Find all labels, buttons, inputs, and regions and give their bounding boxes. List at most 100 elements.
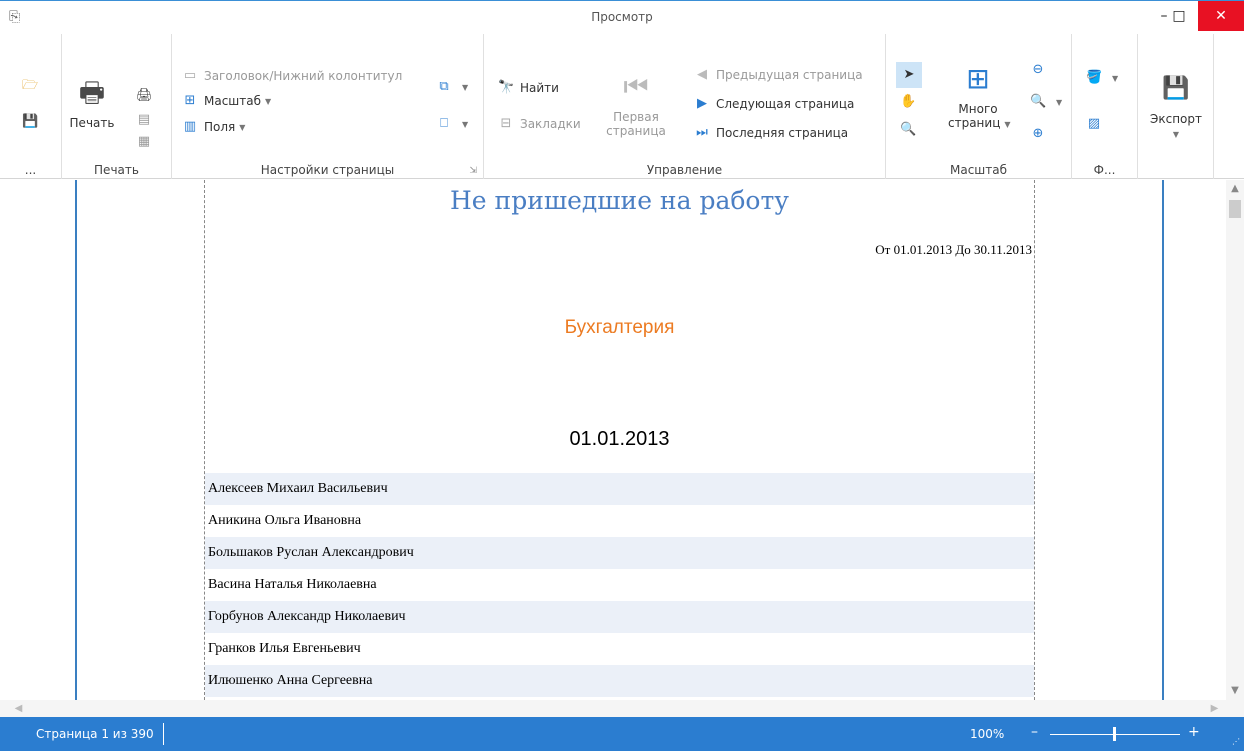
- list-item: Аникина Ольга Ивановна: [208, 513, 362, 528]
- scroll-thumb[interactable]: [1229, 200, 1241, 218]
- employee-list: Алексеев Михаил Васильевич Аникина Ольга…: [205, 473, 1034, 697]
- list-item: Горбунов Александр Николаевич: [205, 601, 1034, 633]
- previous-page-label: Предыдущая страница: [716, 68, 863, 82]
- zoom-plus-button[interactable]: +: [1188, 724, 1200, 740]
- hand-tool[interactable]: ✋: [900, 94, 922, 110]
- scroll-left-icon[interactable]: ◀: [10, 700, 27, 717]
- scroll-down-icon[interactable]: ▼: [1226, 682, 1244, 700]
- margin-guide-right: [1034, 180, 1035, 700]
- list-item: Алексеев Михаил Васильевич: [205, 473, 1034, 505]
- page-color-button[interactable]: 🪣 ▼: [1086, 70, 1118, 86]
- pointer-tool[interactable]: ➤: [896, 62, 922, 88]
- magnifier-tool[interactable]: 🔍: [900, 122, 922, 138]
- next-page-button[interactable]: ▶ Следующая страница: [694, 96, 854, 112]
- dialog-launcher-icon[interactable]: ⇲: [469, 166, 477, 176]
- save-icon: 💾: [22, 114, 39, 129]
- document-preview[interactable]: Не пришедшие на работу От 01.01.2013 До …: [0, 180, 1226, 700]
- last-page-label: Последняя страница: [716, 126, 849, 140]
- export-button[interactable]: 💾 Экспорт ▼: [1144, 72, 1208, 142]
- next-icon: ▶: [697, 96, 707, 111]
- first-page-button[interactable]: ⏮ Первая страница: [606, 70, 666, 138]
- status-separator: [163, 723, 164, 745]
- scroll-right-icon[interactable]: ▶: [1206, 700, 1223, 717]
- watermark-icon: ▨: [1087, 116, 1101, 131]
- find-label: Найти: [520, 81, 559, 95]
- bookmarks-button[interactable]: ⊟ Закладки: [498, 116, 581, 132]
- header-footer-label: Заголовок/Нижний колонтитул: [204, 69, 403, 83]
- navigation-group: 🔭 Найти ⊟ Закладки ⏮ Первая страница ◀ Пред…: [484, 34, 886, 179]
- resize-grip-icon[interactable]: ⋰: [1232, 737, 1240, 746]
- close-button[interactable]: ✕: [1198, 1, 1244, 31]
- zoom-in-button[interactable]: ⊕: [1030, 126, 1052, 142]
- quick-print-button[interactable]: 🖨: [136, 88, 158, 104]
- scroll-up-icon[interactable]: ▲: [1226, 180, 1244, 198]
- orientation-button[interactable]: ⧉ ▼: [436, 79, 468, 95]
- previous-page-button[interactable]: ◀ Предыдущая страница: [694, 67, 863, 83]
- margins-label: Поля: [204, 120, 236, 134]
- chevron-down-icon: ▼: [462, 82, 469, 92]
- title-bar: ⎘ Просмотр – □ ✕: [0, 0, 1244, 34]
- scale-icon: ⊞: [184, 93, 196, 108]
- horizontal-scrollbar[interactable]: ◀ ▶: [0, 700, 1244, 717]
- group-label-background: Ф...: [1093, 163, 1116, 177]
- next-page-label: Следующая страница: [716, 97, 855, 111]
- parameters-button[interactable]: ▦: [136, 134, 158, 150]
- scale-button[interactable]: ⊞ Масштаб ▼: [182, 93, 272, 109]
- last-page-button[interactable]: ⏭ Последняя страница: [694, 125, 848, 141]
- many-pages-button[interactable]: ⊞ Много страниц ▼: [948, 62, 1011, 132]
- list-item: Васина Наталья Николаевна: [208, 577, 377, 592]
- print-button[interactable]: 🖶 Печать: [66, 76, 118, 130]
- zoom-in-icon: ⊕: [1032, 126, 1044, 141]
- scale-label: Масштаб: [204, 94, 262, 108]
- group-label-zoom: Масштаб: [949, 163, 1008, 177]
- save-button[interactable]: 💾: [22, 114, 44, 130]
- header-footer-icon: ▭: [183, 68, 197, 83]
- chevron-down-icon: ▼: [1056, 97, 1063, 107]
- paper-size-icon: ⎕: [440, 116, 448, 131]
- last-page-icon: ⏭: [696, 125, 708, 140]
- parameters-icon: ▦: [137, 134, 151, 149]
- header-footer-button[interactable]: ▭ Заголовок/Нижний колонтитул: [182, 68, 402, 84]
- report-date-range: От 01.01.2013 До 30.11.2013: [875, 242, 1032, 257]
- group-label-file: ...: [24, 163, 37, 177]
- maximize-button[interactable]: □: [1162, 1, 1196, 31]
- status-bar: Страница 1 из 390 100% – + ⋰: [0, 717, 1244, 751]
- vertical-scrollbar[interactable]: ▲ ▼: [1226, 180, 1244, 700]
- find-button[interactable]: 🔭 Найти: [498, 80, 559, 96]
- bookmarks-icon: ⊟: [500, 116, 512, 131]
- print-button-label: Печать: [69, 116, 115, 130]
- watermark-button[interactable]: ▨: [1086, 116, 1108, 132]
- zoom-icon: 🔍: [1030, 94, 1047, 109]
- file-group: 🗁 💾 ...: [0, 34, 62, 179]
- bookmarks-label: Закладки: [520, 117, 581, 131]
- group-label-page-setup: Настройки страницы: [260, 163, 395, 177]
- many-pages-label-1: Много: [958, 102, 998, 116]
- export-label: Экспорт: [1149, 112, 1203, 126]
- page-setup-group: ▭ Заголовок/Нижний колонтитул ⊞ Масштаб ▼ ▥…: [172, 34, 484, 179]
- orientation-icon: ⧉: [439, 79, 449, 94]
- chevron-down-icon: ▼: [265, 96, 272, 106]
- first-page-label-1: Первая: [613, 110, 659, 124]
- zoom-out-button[interactable]: ⊖: [1030, 62, 1052, 78]
- group-label-print: Печать: [94, 163, 139, 177]
- zoom-button[interactable]: 🔍 ▼: [1030, 94, 1062, 110]
- chevron-down-icon: ▼: [239, 122, 246, 132]
- quick-print-icon: 🖨: [136, 88, 153, 103]
- page-edge-right: [1162, 180, 1164, 700]
- chevron-down-icon: ▼: [1172, 130, 1180, 139]
- paper-size-button[interactable]: ⎕ ▼: [436, 116, 468, 132]
- zoom-out-icon: ⊖: [1032, 62, 1044, 77]
- export-group: 💾 Экспорт ▼: [1138, 34, 1214, 179]
- first-page-icon: ⏮: [623, 70, 649, 103]
- folder-open-icon: 🗁: [22, 78, 39, 93]
- page-setup-icon: ▤: [137, 112, 151, 127]
- open-button[interactable]: 🗁: [22, 78, 44, 94]
- zoom-level: 100%: [970, 727, 1005, 741]
- zoom-slider-thumb[interactable]: [1113, 727, 1116, 741]
- zoom-minus-button[interactable]: –: [1031, 724, 1038, 740]
- margins-button[interactable]: ▥ Поля ▼: [182, 119, 246, 135]
- page-setup-button[interactable]: ▤: [136, 112, 158, 128]
- many-pages-icon: ⊞: [966, 62, 990, 95]
- first-page-label-2: страница: [606, 124, 666, 138]
- chevron-down-icon: ▼: [1112, 73, 1119, 83]
